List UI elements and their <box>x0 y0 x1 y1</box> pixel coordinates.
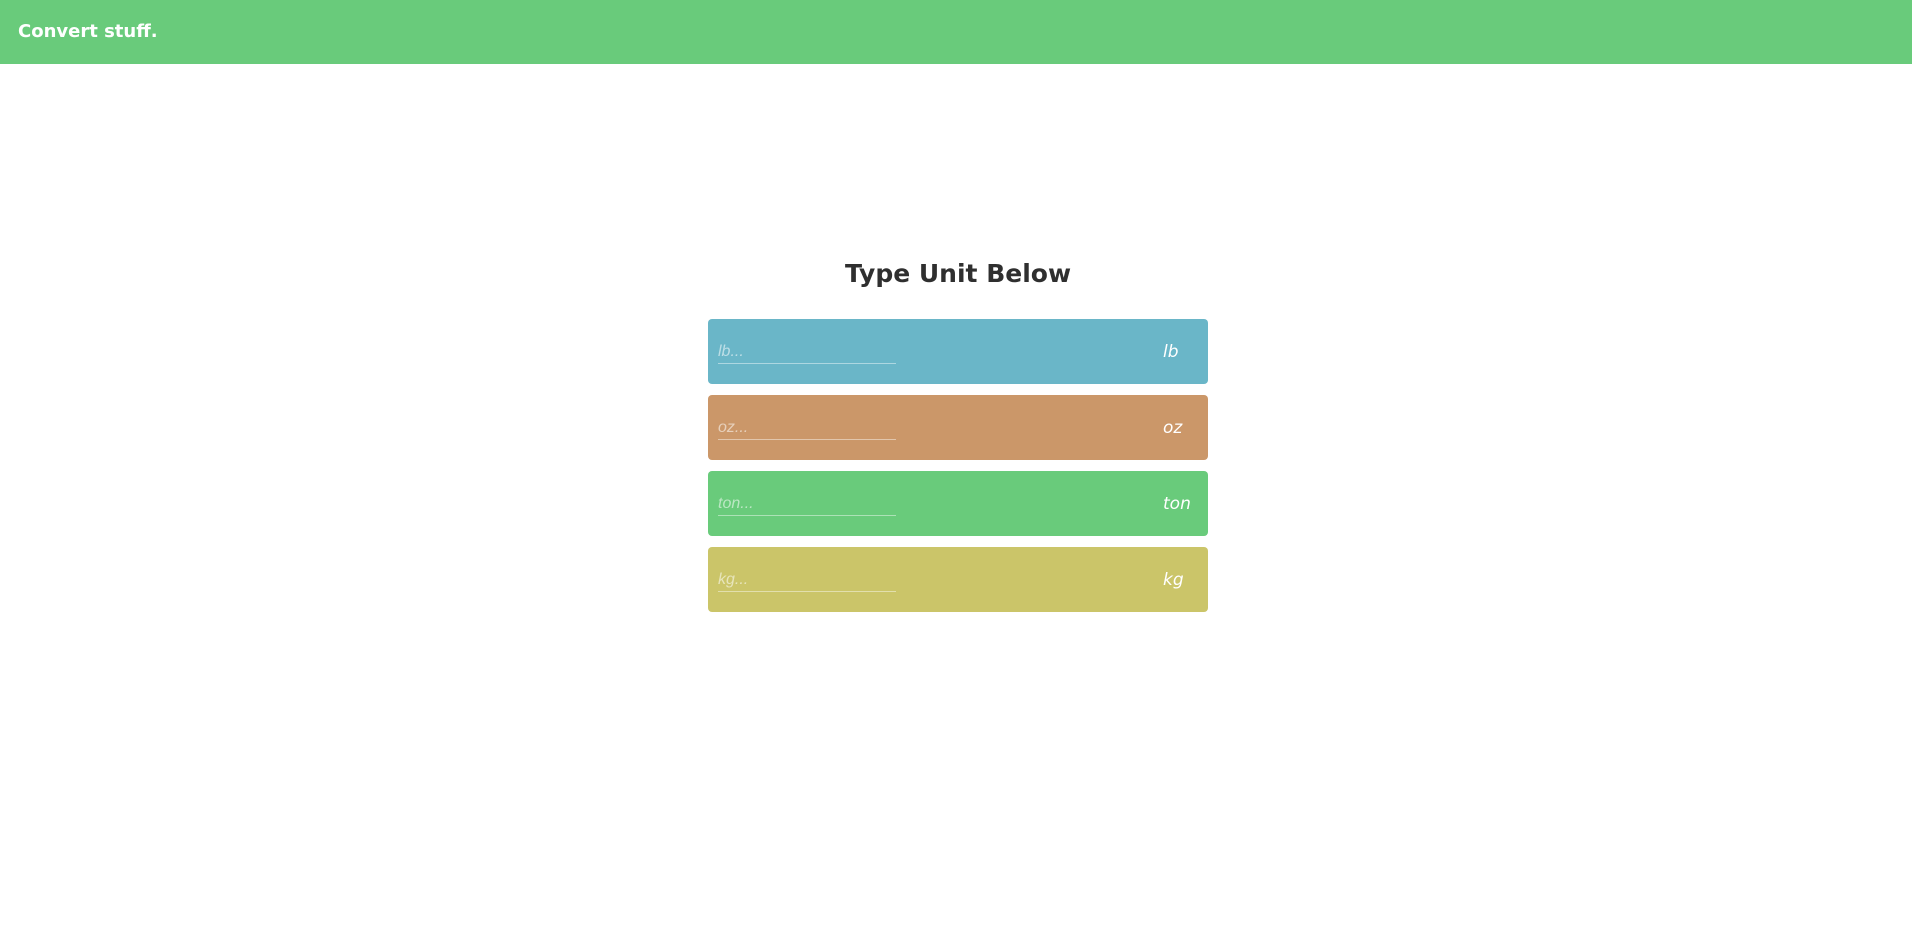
converter-row-ton: ton <box>708 471 1208 536</box>
oz-input[interactable] <box>718 417 896 440</box>
kg-input[interactable] <box>718 569 896 592</box>
top-navbar: Convert stuff. <box>0 0 1912 64</box>
converter-row-kg: kg <box>708 547 1208 612</box>
converter-row-lb: lb <box>708 319 1208 384</box>
lb-unit-label: lb <box>1163 342 1179 362</box>
page-title: Type Unit Below <box>844 259 1072 288</box>
lb-input[interactable] <box>718 341 896 364</box>
converter-row-oz: oz <box>708 395 1208 460</box>
brand-link[interactable]: Convert stuff. <box>18 21 158 43</box>
kg-unit-label: kg <box>1163 570 1184 590</box>
oz-unit-label: oz <box>1163 418 1183 438</box>
ton-unit-label: ton <box>1163 494 1191 514</box>
ton-input[interactable] <box>718 493 896 516</box>
